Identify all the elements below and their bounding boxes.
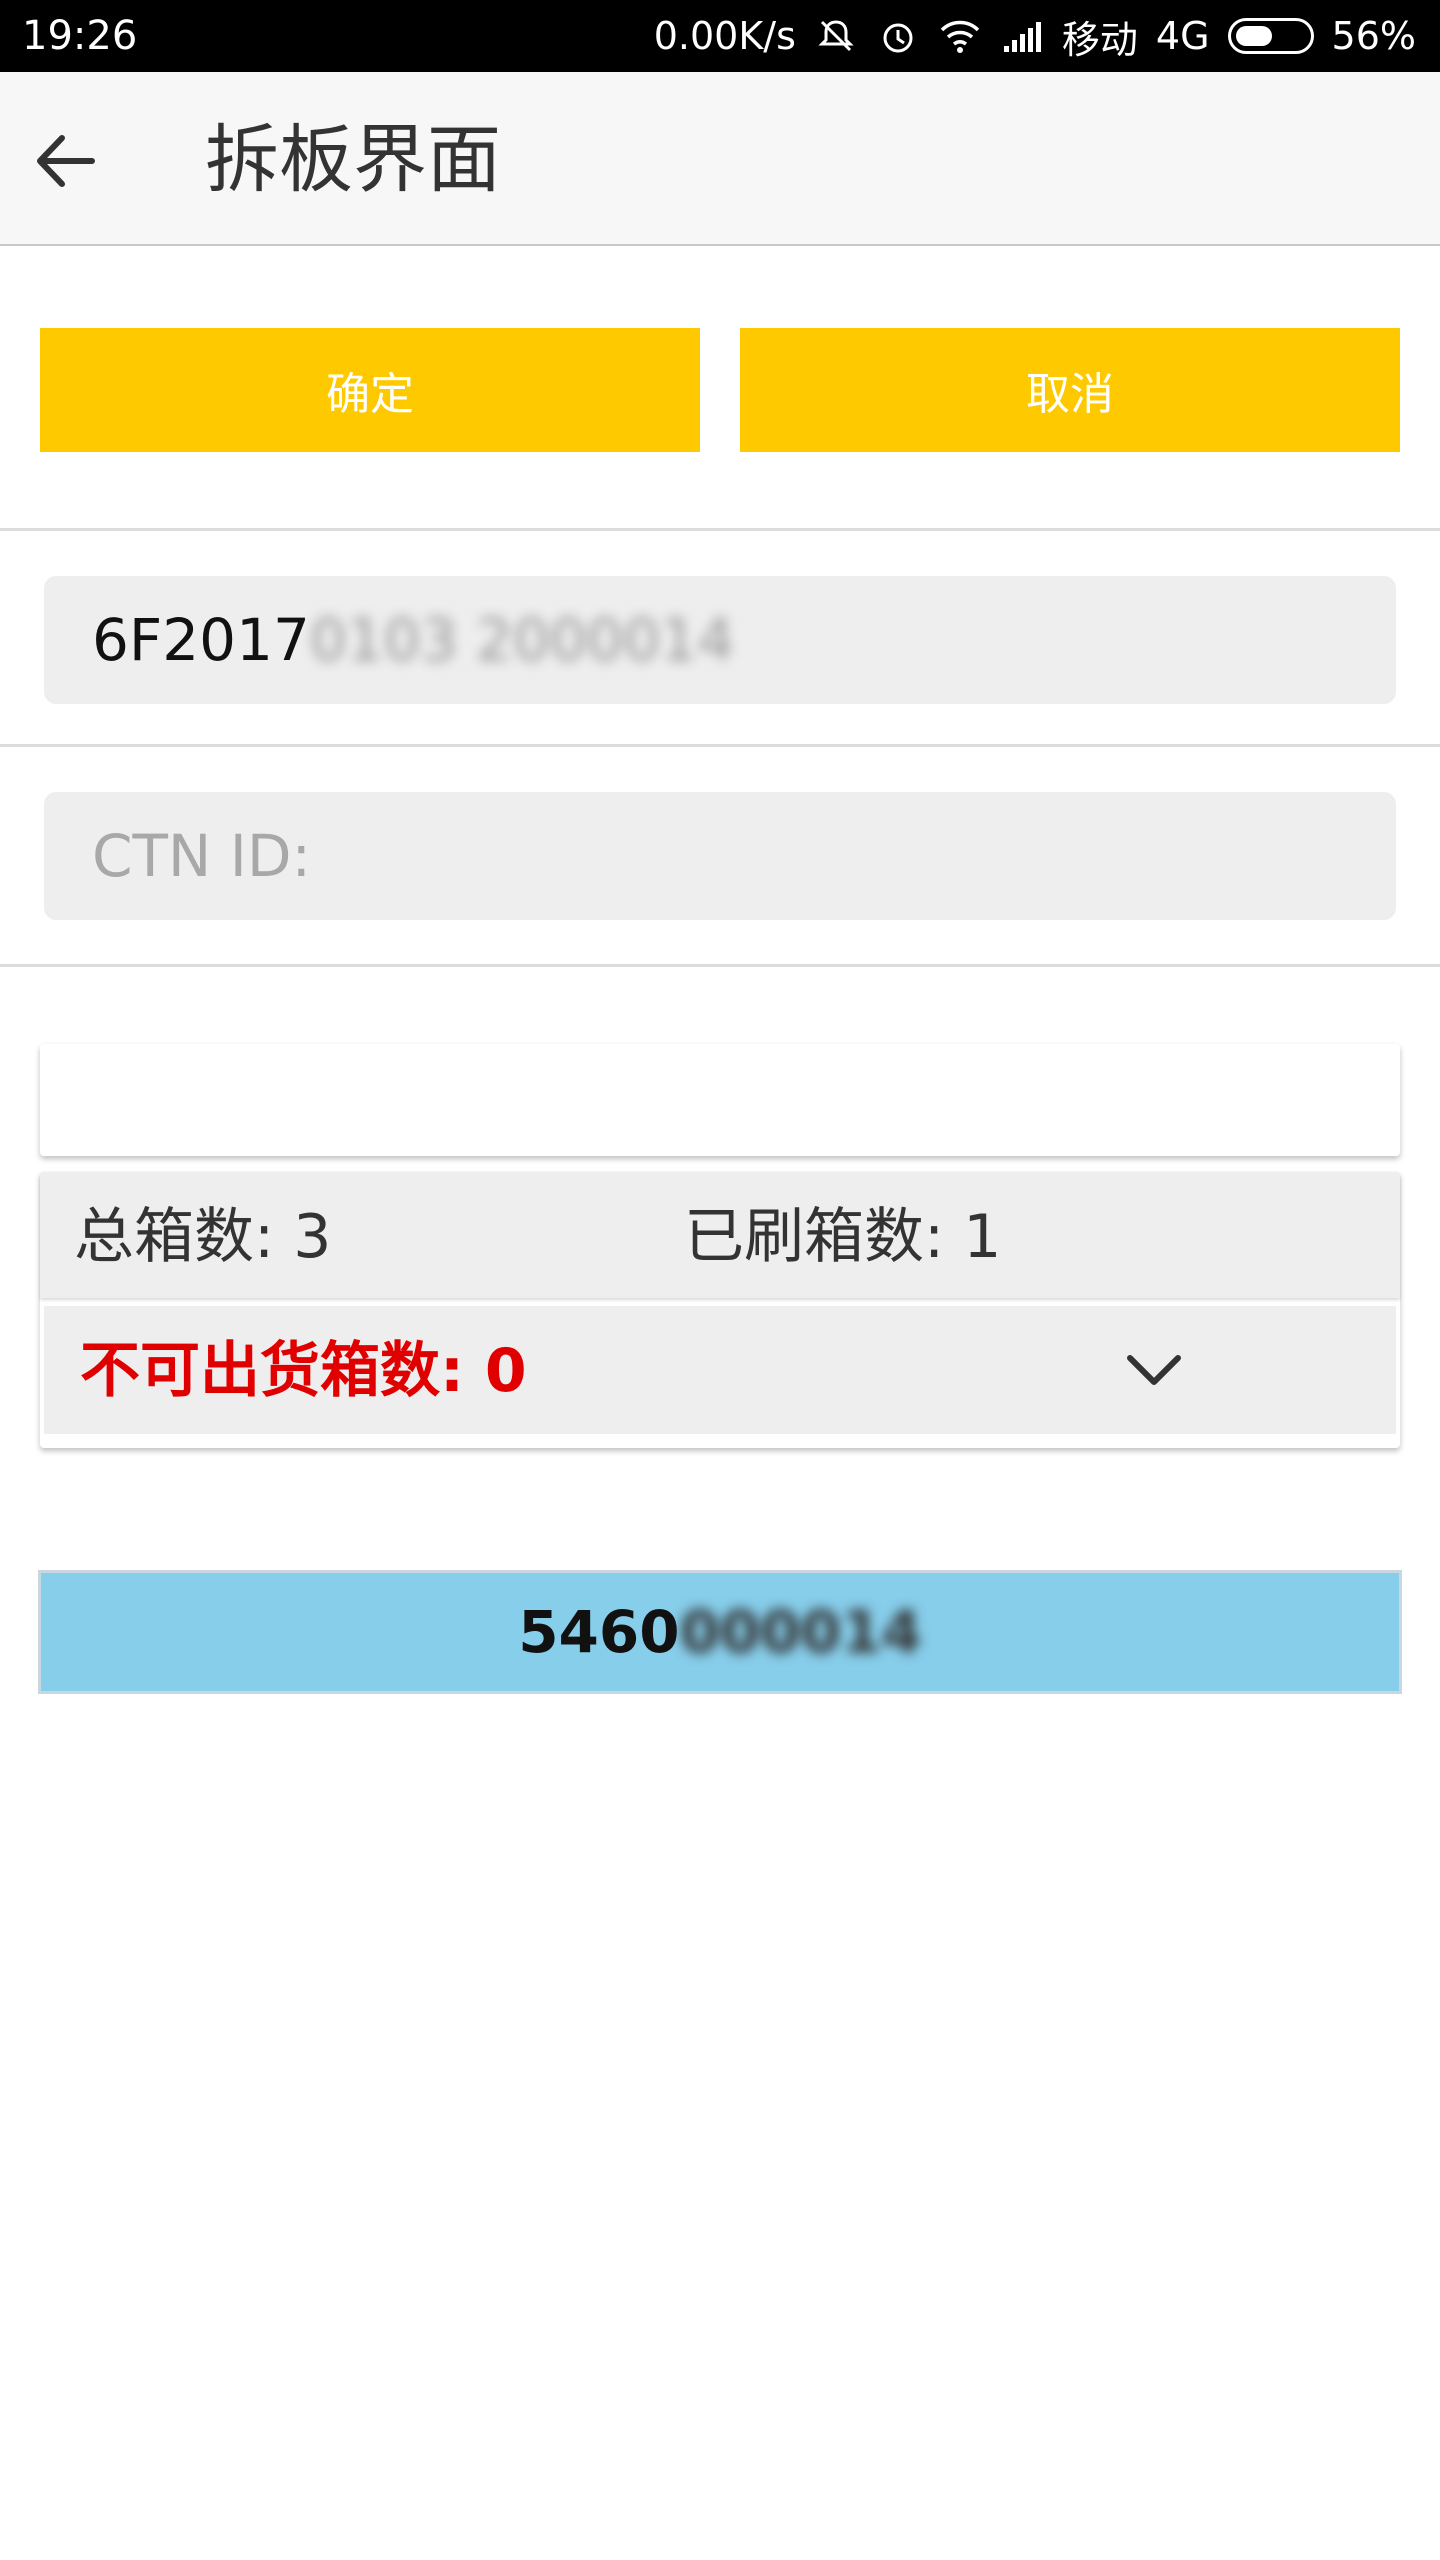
pallet-id-obscured: 0103 2000014 — [309, 606, 735, 674]
scan-input[interactable] — [40, 1044, 1400, 1156]
arrow-left-icon — [37, 135, 95, 187]
confirm-button[interactable]: 确定 — [40, 328, 700, 452]
battery-percent: 56% — [1331, 14, 1416, 58]
pallet-id-field[interactable]: 6F2017 0103 2000014 — [44, 576, 1396, 704]
cancel-button[interactable]: 取消 — [740, 328, 1400, 452]
net-speed: 0.00K/s — [653, 14, 796, 58]
unshippable-value: 0 — [484, 1336, 527, 1406]
scanned-boxes: 已刷箱数: 1 — [684, 1202, 1001, 1272]
wifi-icon — [938, 14, 982, 58]
signal-icon — [1000, 14, 1044, 58]
box-list-item[interactable]: 5460 000014 — [38, 1570, 1402, 1694]
chevron-down-icon[interactable] — [1114, 1340, 1194, 1400]
unshippable-label: 不可出货箱数: — [80, 1336, 464, 1406]
scanned-boxes-label: 已刷箱数: — [684, 1202, 945, 1272]
box-id-value: 5460 — [518, 1598, 680, 1666]
page-title: 拆板界面 — [205, 117, 501, 203]
divider — [0, 964, 1440, 967]
scanned-boxes-value: 1 — [963, 1202, 1002, 1272]
mute-icon — [814, 14, 858, 58]
unshippable-row[interactable]: 不可出货箱数: 0 — [44, 1306, 1396, 1434]
status-indicators: 0.00K/s 移动 4G 56% — [653, 12, 1416, 62]
counts-row: 总箱数: 3 已刷箱数: 1 — [40, 1172, 1400, 1298]
box-id-obscured: 000014 — [679, 1598, 922, 1666]
total-boxes: 总箱数: 3 — [74, 1202, 331, 1272]
divider — [0, 744, 1440, 747]
status-time: 19:26 — [22, 13, 138, 59]
ctn-id-placeholder: CTN ID: — [92, 822, 312, 890]
status-bar: 19:26 0.00K/s 移动 4G 56% — [0, 0, 1440, 72]
app-bar: 拆板界面 — [0, 72, 1440, 246]
summary-card: 总箱数: 3 已刷箱数: 1 不可出货箱数: 0 — [40, 1172, 1400, 1448]
total-boxes-label: 总箱数: — [74, 1202, 275, 1272]
back-button[interactable] — [20, 116, 110, 206]
network-type: 4G — [1155, 14, 1210, 58]
pallet-id-value: 6F2017 — [92, 606, 310, 674]
carrier-name: 移动 — [1061, 17, 1138, 62]
alarm-icon — [876, 14, 920, 58]
divider — [0, 528, 1440, 531]
total-boxes-value: 3 — [293, 1202, 332, 1272]
battery-icon — [1227, 18, 1314, 54]
ctn-id-input[interactable]: CTN ID: — [44, 792, 1396, 920]
unshippable-count: 不可出货箱数: 0 — [80, 1336, 527, 1406]
